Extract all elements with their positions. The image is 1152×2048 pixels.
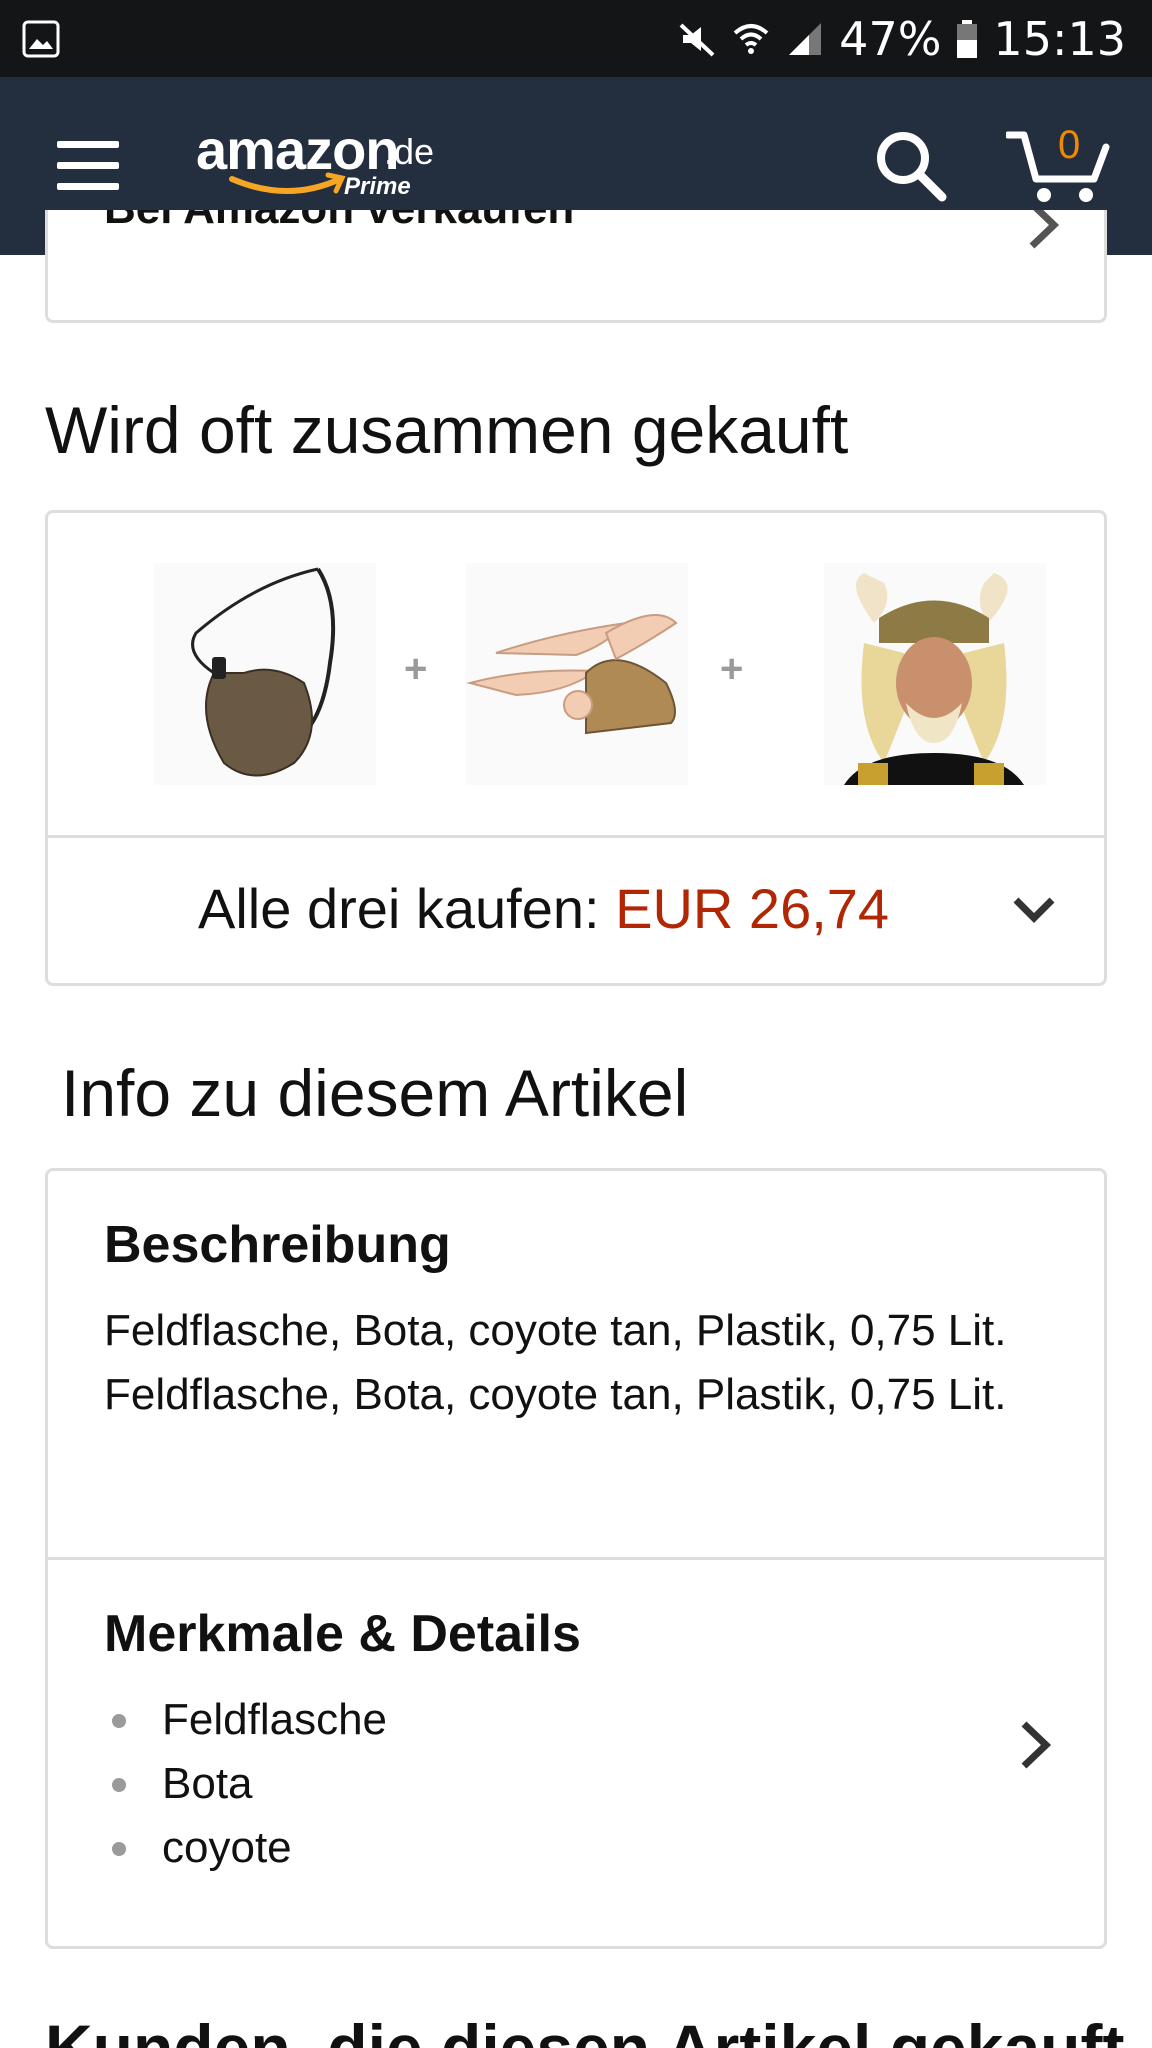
info-card: Beschreibung Feldflasche, Bota, coyote t… bbox=[45, 1168, 1107, 1949]
logo-prime: Prime bbox=[344, 173, 411, 200]
chevron-down-icon bbox=[1013, 897, 1055, 923]
plus-sign: + bbox=[720, 647, 744, 691]
battery-icon bbox=[957, 20, 978, 58]
search-icon[interactable] bbox=[872, 127, 948, 203]
logo-tld: .de bbox=[384, 131, 435, 172]
fbt-title: Wird oft zusammen gekauft bbox=[45, 393, 849, 467]
clock: 15:13 bbox=[993, 12, 1126, 66]
buy-all-three-row[interactable]: Alle drei kaufen: EUR 26,74 bbox=[48, 838, 1104, 983]
viking-wig-icon bbox=[844, 573, 1024, 785]
fbt-images: + + bbox=[48, 513, 1104, 835]
gallery-notification-icon bbox=[22, 20, 60, 58]
list-item: Bota bbox=[104, 1752, 387, 1816]
cart-count: 0 bbox=[1058, 123, 1081, 167]
smile-arrow-icon bbox=[229, 172, 346, 194]
customers-also-bought-title: Kunden, die diesen Artikel gekauft bbox=[45, 2011, 1125, 2048]
chevron-right-icon bbox=[1021, 1721, 1052, 1769]
info-title: Info zu diesem Artikel bbox=[61, 1056, 689, 1130]
bota-bag-icon bbox=[191, 567, 336, 777]
plus-sign: + bbox=[404, 647, 428, 691]
fbt-card: + + Alle drei kaufen: EUR 26,74 bbox=[45, 510, 1107, 986]
description-heading: Beschreibung bbox=[104, 1216, 451, 1274]
details-bullet-list: Feldflasche Bota coyote bbox=[104, 1688, 387, 1880]
fbt-product-helmet[interactable] bbox=[466, 563, 688, 785]
fbt-product-bota[interactable] bbox=[154, 563, 376, 785]
amazon-logo[interactable]: amazon .de Prime bbox=[196, 117, 476, 217]
list-item: coyote bbox=[104, 1816, 387, 1880]
status-bar: 47% 15:13 bbox=[0, 0, 1152, 77]
sell-on-amazon-row[interactable]: Bei Amazon verkaufen bbox=[45, 210, 1107, 323]
description-section: Beschreibung Feldflasche, Bota, coyote t… bbox=[48, 1171, 1104, 1557]
list-item: Feldflasche bbox=[104, 1688, 387, 1752]
mute-icon bbox=[679, 23, 715, 57]
buy-all-three-label: Alle drei kaufen: EUR 26,74 bbox=[198, 877, 890, 940]
signal-icon bbox=[789, 23, 822, 55]
wifi-icon bbox=[733, 24, 769, 54]
winged-helmet-icon bbox=[466, 614, 678, 735]
cart-button[interactable]: 0 bbox=[1006, 123, 1110, 207]
fbt-product-viking-wig[interactable] bbox=[824, 563, 1046, 785]
sell-on-amazon-label: Bei Amazon verkaufen bbox=[104, 210, 574, 234]
description-text: Feldflasche, Bota, coyote tan, Plastik, … bbox=[104, 1306, 1007, 1419]
battery-percent: 47% bbox=[839, 12, 942, 66]
chevron-right-icon bbox=[1029, 210, 1060, 249]
menu-icon[interactable] bbox=[52, 137, 124, 195]
details-heading: Merkmale & Details bbox=[104, 1605, 581, 1663]
details-section[interactable]: Merkmale & Details Feldflasche Bota coyo… bbox=[48, 1560, 1104, 1946]
buy-all-three-price: EUR 26,74 bbox=[615, 877, 890, 940]
